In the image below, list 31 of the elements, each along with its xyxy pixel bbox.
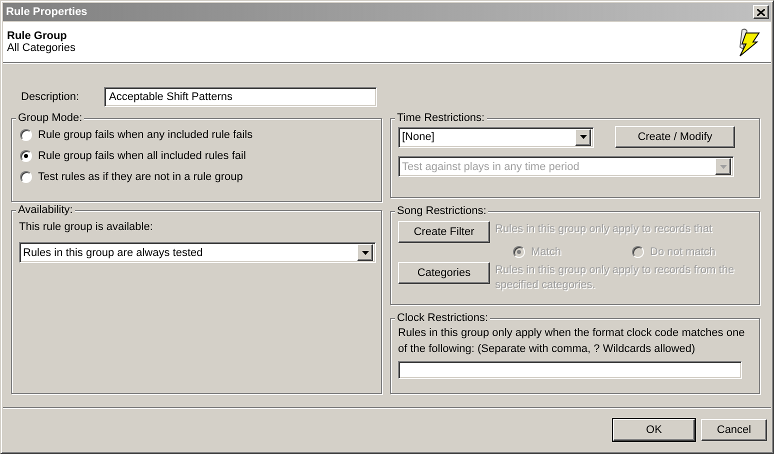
availability-dropdown[interactable]: Rules in this group are always tested (19, 242, 376, 263)
availability-label: This rule group is available: (19, 221, 154, 233)
window-title: Rule Properties (6, 6, 88, 18)
create-modify-button[interactable]: Create / Modify (615, 126, 735, 148)
caret-icon (580, 135, 586, 139)
group-title: Clock Restrictions: (397, 311, 488, 325)
caret-icon (362, 250, 368, 254)
clock-code-field[interactable] (398, 361, 742, 379)
create-filter-button[interactable]: Create Filter (398, 221, 490, 243)
header-subtitle: All Categories (7, 42, 76, 54)
schedule-dropdown[interactable]: [None] (398, 126, 594, 148)
clock-note: Rules in this group only apply when the format clock code matches one of the following: (Separate with comma, ? Wildcards allowed) (398, 326, 746, 357)
radio-circle[interactable] (20, 170, 32, 182)
categories-button[interactable]: Categories (398, 262, 490, 284)
radio-circle[interactable] (20, 150, 32, 162)
close-button[interactable] (753, 5, 769, 19)
header-title: Rule Group (7, 30, 68, 42)
dialog-button[interactable]: Cancel (701, 418, 767, 440)
radio-option[interactable]: Rule group fails when all included rules fail (20, 145, 374, 166)
group-title: Availability: (18, 203, 73, 217)
group-title: Time Restrictions: (397, 111, 485, 125)
dialog-button[interactable]: OK (613, 418, 695, 440)
close-icon (757, 8, 765, 16)
description-label: Description: (21, 91, 80, 103)
description-field[interactable]: Acceptable Shift Patterns (104, 87, 377, 107)
group-title: Song Restrictions: (397, 204, 486, 218)
radio-option[interactable]: Rule group fails when any included rule fails (20, 124, 374, 145)
radio-option[interactable]: Test rules as if they are not in a rule group (20, 166, 374, 187)
group-title: Group Mode: (18, 111, 82, 125)
radio-circle[interactable] (20, 128, 32, 140)
caret-icon (720, 164, 726, 168)
